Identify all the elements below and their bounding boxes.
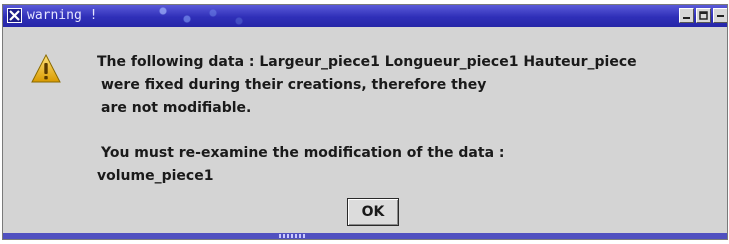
message-line-2: were fixed during their creations, there…: [101, 77, 487, 93]
window-bottom-border: [3, 233, 727, 239]
minimize-icon[interactable]: [679, 8, 694, 23]
message-line-4: You must re-examine the modification of …: [101, 145, 505, 161]
warning-icon: [31, 54, 61, 83]
close-icon[interactable]: [7, 8, 22, 23]
title-bar[interactable]: warning !: [3, 5, 727, 27]
maximize-icon[interactable]: [696, 8, 711, 23]
dialog-content: The following data : Largeur_piece1 Long…: [3, 27, 727, 239]
message-line-3: are not modifiable.: [101, 100, 252, 116]
resize-grip[interactable]: [279, 234, 307, 238]
window-title: warning !: [27, 8, 98, 23]
warning-dialog-window: warning ! The following data: Largeur_p…: [2, 4, 728, 240]
title-bar-pattern: [143, 5, 263, 27]
ok-button[interactable]: OK: [347, 198, 399, 226]
restore-icon[interactable]: [713, 8, 727, 23]
message-line-1: The following data : Largeur_piece1 Long…: [97, 54, 637, 70]
message-line-5: volume_piece1: [97, 168, 214, 184]
